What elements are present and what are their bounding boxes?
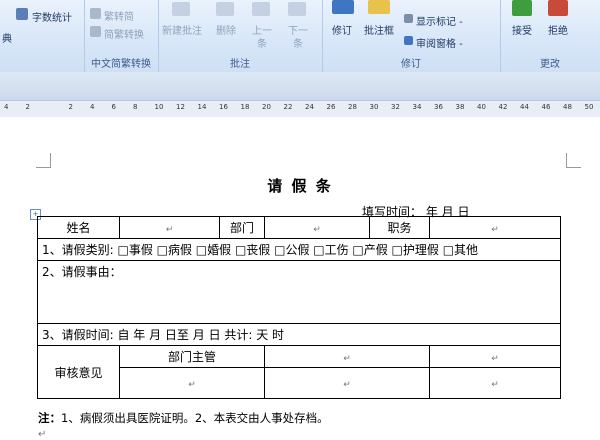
leave-reason-cell[interactable]: 2、请假事由： — [37, 260, 561, 324]
group-label-changes: 更改 — [540, 59, 560, 70]
ruler-tick-label: 30 — [369, 103, 379, 111]
table-row: 2、请假事由： — [37, 260, 561, 324]
new-comment-button[interactable]: 新建批注 — [162, 22, 202, 37]
ruler-tick-label: 12 — [176, 103, 185, 111]
show-markup-button[interactable]: 显示标记 - — [416, 13, 463, 28]
audit-cell-3[interactable]: ↵ — [119, 367, 265, 399]
ruler-tick-label: 40 — [477, 103, 486, 111]
ruler-tick-label: 32 — [391, 103, 400, 111]
accept-button[interactable]: 接受 — [512, 22, 532, 37]
ruler-tick-label: 18 — [240, 103, 250, 111]
track-changes-button[interactable]: 修订 — [332, 22, 352, 37]
ruler-tick-label: 50 — [584, 103, 594, 111]
ruler-tick-label: 14 — [197, 103, 207, 111]
ribbon-shadow — [0, 72, 600, 100]
ruler-tick-label: 2 — [25, 103, 30, 111]
note-bold-label: 注： — [38, 411, 61, 425]
ribbon: 典 字数统计 繁转简 简繁转换 中文简繁转换 新建批注 删除 上一 条 下一 条… — [0, 0, 600, 73]
position-label: 职务 — [369, 216, 430, 239]
ruler-tick-label: 28 — [348, 103, 357, 111]
simp-to-trad-button[interactable]: 简繁转换 — [104, 26, 144, 41]
ruler-tick-label: 42 — [498, 103, 508, 111]
track-changes-icon — [332, 0, 354, 14]
margin-corner-left — [36, 153, 51, 168]
trad-to-simp-button[interactable]: 繁转简 — [104, 8, 134, 23]
ruler-tick-label: 48 — [563, 103, 572, 111]
name-label: 姓名 — [37, 216, 120, 239]
leave-type-cell[interactable]: 1、请假类别: □事假 □病假 □婚假 □丧假 □公假 □工伤 □产假 □护理假… — [37, 238, 561, 261]
ruler-tick-label: 4 — [4, 103, 9, 111]
trad-to-simp-icon — [90, 8, 101, 19]
ruler-tick-label: 38 — [455, 103, 465, 111]
leave-time-cell[interactable]: 3、请假时间: 自 年 月 日至 月 日 共计: 天 时 — [37, 323, 561, 346]
horizontal-ruler[interactable]: 4 2 2 4 6 8 10 12 14 16 18 20 22 24 26 28 30 32 34 36 38 40 42… — [0, 100, 600, 118]
delete-comment-icon — [216, 2, 234, 16]
document-title: 请 假 条 — [267, 177, 333, 195]
comment-box-icon — [368, 0, 390, 14]
ribbon-group-proofing: 典 字数统计 — [0, 0, 85, 72]
ribbon-group-tracking: 修订 批注框 显示标记 - 审阅窗格 - 修订 — [322, 0, 501, 72]
audit-label: 审核意见 — [37, 345, 120, 399]
paragraph-mark: ↵ — [38, 429, 47, 440]
ribbon-group-comments: 新建批注 删除 上一 条 下一 条 批注 — [158, 0, 323, 72]
word-count-button[interactable]: 字数统计 — [32, 9, 72, 24]
next-button-line2: 条 — [293, 39, 303, 50]
ruler-tick-label: 34 — [412, 103, 422, 111]
ruler-tick-label: 8 — [133, 103, 138, 111]
ruler-tick-label: 24 — [305, 103, 314, 111]
group-label-tracking: 修订 — [401, 59, 421, 70]
ribbon-group-changes: 接受 拒绝 更改 — [500, 0, 600, 72]
table-row: 审核意见 部门主管 ↵ ↵ — [37, 345, 561, 399]
delete-button[interactable]: 删除 — [216, 22, 236, 37]
audit-cell-5[interactable]: ↵ — [429, 367, 561, 399]
ruler-tick-label: 22 — [283, 103, 293, 111]
audit-cell-4[interactable]: ↵ — [264, 367, 430, 399]
dept-head-label: 部门主管 — [119, 345, 265, 368]
ribbon-group-chinese-conversion: 繁转简 简繁转换 中文简繁转换 — [84, 0, 159, 72]
table-row: 3、请假时间: 自 年 月 日至 月 日 共计: 天 时 — [37, 323, 561, 346]
ruler-tick-label: 46 — [541, 103, 551, 111]
review-pane-button[interactable]: 审阅窗格 - — [416, 35, 463, 50]
dept-cell[interactable]: ↵ — [264, 216, 370, 239]
abc-icon — [16, 8, 28, 20]
table-row: 1、请假类别: □事假 □病假 □婚假 □丧假 □公假 □工伤 □产假 □护理假… — [37, 238, 561, 261]
comment-box-button[interactable]: 批注框 — [364, 22, 394, 37]
new-comment-icon — [172, 2, 190, 16]
show-markup-icon — [404, 14, 413, 23]
reject-button[interactable]: 拒绝 — [548, 22, 568, 37]
previous-comment-icon — [252, 2, 270, 16]
reject-icon — [548, 0, 568, 16]
ruler-tick-label: 4 — [90, 103, 95, 111]
ruler-tick-label: 20 — [262, 103, 271, 111]
partial-label: 典 — [2, 34, 12, 45]
ruler-tick-label: 10 — [154, 103, 164, 111]
audit-cell-2[interactable]: ↵ — [429, 345, 561, 368]
next-comment-icon — [288, 2, 306, 16]
note-text: 1、病假须出具医院证明。2、本表交由人事处存档。 — [61, 411, 329, 425]
ruler-tick-label: 26 — [326, 103, 336, 111]
name-cell[interactable]: ↵ — [119, 216, 220, 239]
accept-icon — [512, 0, 532, 16]
margin-corner-right — [566, 153, 581, 168]
position-cell[interactable]: ↵ — [429, 216, 561, 239]
audit-cell-1[interactable]: ↵ — [264, 345, 430, 368]
previous-button-line2: 条 — [257, 39, 267, 50]
simp-to-trad-icon — [90, 26, 101, 37]
review-pane-icon — [404, 36, 413, 45]
group-label-comments: 批注 — [230, 59, 250, 70]
ruler-tick-label: 36 — [434, 103, 443, 111]
document-page[interactable]: 请 假 条 填写时间： 年 月 日 + 姓名 ↵ 部门 ↵ 职务 ↵ 1、请假类… — [0, 117, 600, 440]
ruler-tick-label: 2 — [68, 103, 73, 111]
ruler-tick-label: 16 — [219, 103, 228, 111]
table-row: 姓名 ↵ 部门 ↵ 职务 ↵ — [37, 216, 561, 239]
ruler-tick-label: 44 — [520, 103, 529, 111]
leave-form-table: 姓名 ↵ 部门 ↵ 职务 ↵ 1、请假类别: □事假 □病假 □婚假 □丧假 □… — [37, 216, 561, 399]
dept-label: 部门 — [219, 216, 265, 239]
ruler-tick-label: 6 — [111, 103, 116, 111]
group-label-chinese: 中文简繁转换 — [91, 59, 151, 70]
footnote: 注：1、病假须出具医院证明。2、本表交由人事处存档。 — [38, 410, 329, 426]
